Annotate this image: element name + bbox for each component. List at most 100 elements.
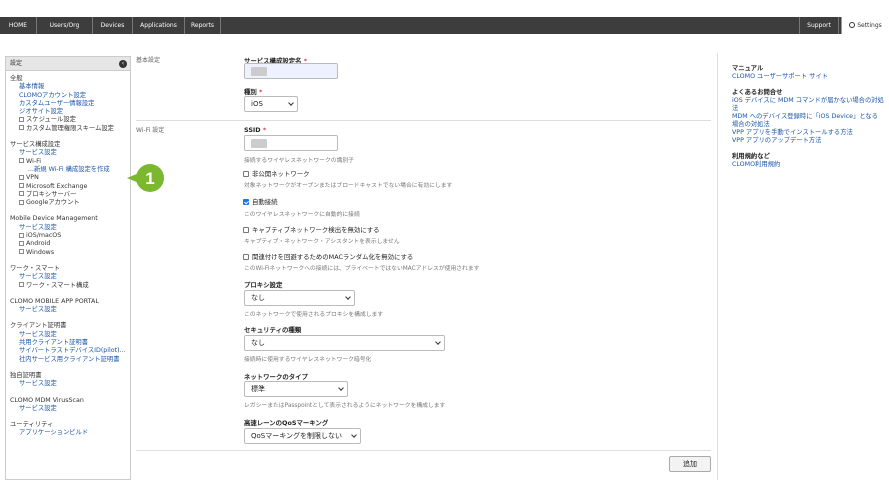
captive-network-help: キャプティブ・ネットワーク・アシスタントを表示しません <box>244 239 400 245</box>
chevron-down-icon <box>288 100 294 106</box>
sidebar-title: 設定 <box>10 60 23 67</box>
nav-settings-label: Settings <box>857 22 882 29</box>
nav-tab-home[interactable]: HOME <box>0 17 37 34</box>
nav-tab-devices[interactable]: Devices <box>93 17 133 34</box>
expand-plus-icon[interactable] <box>19 232 24 238</box>
nav-support[interactable]: Support <box>799 17 839 34</box>
sidebar-section-title: 独自証明書 <box>10 371 42 379</box>
sidebar-link[interactable]: サービス設定 <box>10 380 126 388</box>
sidebar-tree-item[interactable]: Windows <box>10 249 126 257</box>
chevron-down-icon <box>338 385 344 391</box>
sidebar-item-label: ワーク・スマート構成 <box>26 281 89 289</box>
type-select[interactable]: iOS <box>244 96 298 112</box>
nav-tab-users-org[interactable]: Users/Org <box>37 17 93 34</box>
sidebar-section-title: クライアント証明書 <box>10 322 67 330</box>
wifi-config-form: 基本設定 サービス構成設定名 * 種別 * iOS Wi-Fi 設定 SSID … <box>136 53 711 480</box>
auto-join-help: このワイヤレスネットワークに自動的に接続 <box>244 212 360 218</box>
faq-link[interactable]: iOS デバイスに MDM コマンドが届かない場合の対処法 <box>732 97 884 113</box>
sidebar-item-label: Android <box>26 240 51 248</box>
sidebar-link[interactable]: アプリケーションビルド <box>10 429 126 437</box>
expand-plus-icon[interactable] <box>19 174 24 180</box>
sidebar-header: 設定 ‹ <box>6 57 130 71</box>
ssid-help: 接続するワイヤレスネットワークの識別子 <box>244 158 354 164</box>
sidebar-section-title: Mobile Device Management <box>10 215 98 223</box>
sidebar-item-label: VPN <box>26 174 39 182</box>
expand-plus-icon[interactable] <box>19 116 24 122</box>
qos-marking-select[interactable]: QoSマーキングを制限しない <box>244 428 361 444</box>
collapse-sidebar-icon[interactable]: ‹ <box>119 60 127 68</box>
sidebar-link[interactable]: サイバートラストデバイスID(pilot)... <box>10 347 126 355</box>
sidebar-section-title: CLOMO MOBILE APP PORTAL <box>10 297 99 305</box>
nav-settings[interactable]: Settings <box>841 17 889 34</box>
sidebar-tree-item[interactable]: スケジュール設定 <box>10 116 126 124</box>
proxy-select[interactable]: なし <box>244 290 355 306</box>
sidebar-item-label: スケジュール設定 <box>26 116 76 124</box>
security-type-select[interactable]: なし <box>244 335 445 351</box>
gear-icon <box>849 22 856 28</box>
sidebar-tree-item[interactable]: カスタム管理権限スキーム設定 <box>10 125 126 133</box>
faq-link[interactable]: MDM へのデバイス登録時に「iOS Device」となる場合の対処法 <box>732 113 884 129</box>
faq-heading: よくあるお問合せ <box>732 89 783 96</box>
service-name-input[interactable] <box>244 63 338 79</box>
type-label: 種別 * <box>244 88 263 96</box>
auto-join-checkbox[interactable]: 自動接続 <box>243 197 278 206</box>
mac-randomization-help: このWi-Fiネットワークへの接続には、プライベートではないMACアドレスが使用… <box>244 266 480 272</box>
section-divider <box>136 120 711 121</box>
expand-plus-icon[interactable] <box>19 240 24 246</box>
sidebar-tree-item[interactable]: Wi-Fi <box>10 158 126 166</box>
basic-settings-section-label: 基本設定 <box>136 57 161 64</box>
faq-link[interactable]: VPP アプリを手動でインストールする方法 <box>732 129 884 137</box>
terms-heading: 利用規約など <box>732 153 770 160</box>
sidebar-link[interactable]: CLOMOアカウント設定 <box>10 92 126 100</box>
expand-plus-icon[interactable] <box>19 183 24 189</box>
captive-network-checkbox[interactable]: キャプティブネットワーク検出を無効にする <box>243 225 380 234</box>
network-type-label: ネットワークのタイプ <box>244 373 308 381</box>
sidebar-tree-item[interactable]: Googleアカウント <box>10 199 126 207</box>
sidebar-item-new-wifi[interactable]: ...新規 Wi-Fi 構成設定を作成 <box>10 166 126 174</box>
expand-plus-icon[interactable] <box>19 158 24 164</box>
sidebar-link[interactable]: サービス設定 <box>10 224 126 232</box>
network-type-select[interactable]: 標準 <box>244 381 348 397</box>
chevron-down-icon <box>345 294 351 300</box>
sidebar-link[interactable]: サービス設定 <box>10 331 126 339</box>
expand-plus-icon[interactable] <box>19 249 24 255</box>
sidebar-item-label: Wi-Fi <box>26 157 42 165</box>
sidebar-link[interactable]: サービス設定 <box>10 306 126 314</box>
nav-tab-reports[interactable]: Reports <box>185 17 221 34</box>
sidebar-tree-item[interactable]: iOS/macOS <box>10 232 126 240</box>
sidebar-link[interactable]: サービス設定 <box>10 273 126 281</box>
sidebar-tree-item[interactable]: Microsoft Exchange <box>10 183 126 191</box>
faq-link[interactable]: VPP アプリのアップデート方法 <box>732 137 884 145</box>
sidebar-link[interactable]: サービス設定 <box>10 149 126 157</box>
sidebar-tree-item[interactable]: VPN <box>10 174 126 182</box>
sidebar-link[interactable]: サービス設定 <box>10 405 126 413</box>
help-panel: マニュアル CLOMO ユーザーサポート サイト よくあるお問合せ iOS デバ… <box>717 53 884 480</box>
sidebar-link[interactable]: 基本情報 <box>10 83 126 91</box>
security-type-help: 接続時に使用するワイヤレスネットワーク暗号化 <box>244 357 372 363</box>
sidebar-link[interactable]: カスタムユーザー情報設定 <box>10 100 126 108</box>
expand-plus-icon[interactable] <box>19 282 24 288</box>
hidden-network-checkbox[interactable]: 非公開ネットワーク <box>243 169 310 178</box>
add-button[interactable]: 追加 <box>669 456 711 472</box>
sidebar-tree-item[interactable]: ワーク・スマート構成 <box>10 282 126 290</box>
mac-randomization-checkbox[interactable]: 関連付けを回避するためのMACランダム化を無効にする <box>243 252 413 261</box>
expand-plus-icon[interactable] <box>19 191 24 197</box>
sidebar-section-title: CLOMO MDM VirusScan <box>10 396 84 404</box>
sidebar-link[interactable]: 社内サービス用クライアント証明書 <box>10 356 126 364</box>
sidebar-item-label: iOS/macOS <box>26 232 62 240</box>
wifi-settings-section-label: Wi-Fi 設定 <box>136 127 165 134</box>
expand-plus-icon[interactable] <box>19 125 24 131</box>
settings-sidebar: 設定 ‹ 全般 基本情報 CLOMOアカウント設定 カスタムユーザー情報設定 ジオサイト… <box>5 56 131 480</box>
sidebar-tree-item[interactable]: Android <box>10 240 126 248</box>
sidebar-section-title: ワーク・スマート <box>10 264 61 272</box>
support-site-link[interactable]: CLOMO ユーザーサポート サイト <box>732 73 884 81</box>
hidden-network-help: 対象ネットワークがオープンまたはブロードキャストでない場合に有効にします <box>244 183 453 189</box>
terms-link[interactable]: CLOMO利用規約 <box>732 161 884 169</box>
top-navigation-bar: HOME Users/Org Devices Applications Repo… <box>0 17 889 34</box>
ssid-input[interactable] <box>244 135 338 151</box>
nav-tab-applications[interactable]: Applications <box>133 17 185 34</box>
expand-plus-icon[interactable] <box>19 199 24 205</box>
sidebar-item-label: カスタム管理権限スキーム設定 <box>26 124 114 132</box>
proxy-help: このネットワークで使用されるプロキシを構成します <box>244 312 384 318</box>
sidebar-tree-item[interactable]: プロキシサーバー <box>10 191 126 199</box>
